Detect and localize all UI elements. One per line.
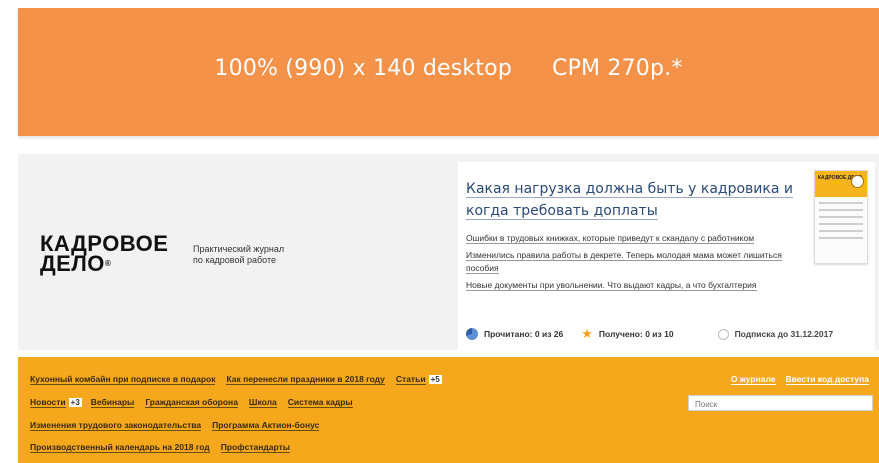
reading-stats: Прочитано: 0 из 26 ★ Получено: 0 из 10 П… (466, 326, 871, 341)
access-code-link[interactable]: Ввести код доступа (785, 374, 869, 385)
nav-row-2: Новости +3 Вебинары Гражданская оборона … (30, 397, 364, 408)
site-tagline: Практический журнал по кадровой работе (193, 244, 285, 265)
site-header: КАДРОВОЕ ДЕЛО® Практический журнал по ка… (18, 154, 879, 350)
nav-link[interactable]: Производственный календарь на 2018 год (30, 442, 210, 453)
articles-badge: +5 (428, 375, 442, 384)
news-badge: +3 (68, 398, 82, 407)
nav-link[interactable]: Вебинары (90, 397, 135, 408)
nav-link[interactable]: Школа (248, 397, 277, 408)
nav-link[interactable]: Кухонный комбайн при подписке в подарок (30, 374, 216, 385)
ad-banner: 100% (990) x 140 desktop CPM 270р.* (18, 8, 879, 136)
main-navigation: Кухонный комбайн при подписке в подарок … (18, 357, 879, 463)
feature-link[interactable]: Новые документы при увольнении. Что выда… (466, 279, 786, 292)
nav-row-1: Кухонный комбайн при подписке в подарок … (30, 374, 451, 385)
registered-mark: ® (104, 259, 112, 268)
stat-received: ★ Получено: 0 из 10 (581, 326, 674, 341)
cover-badge-icon (851, 175, 864, 188)
nav-link[interactable]: Изменения трудового законодательства (30, 420, 202, 431)
featured-issue: Какая нагрузка должна быть у кадровика и… (458, 162, 875, 350)
feature-link[interactable]: Ошибки в трудовых книжках, которые приве… (466, 232, 786, 245)
nav-right-links: О журнале Ввести код доступа (721, 374, 869, 385)
nav-row-4: Производственный календарь на 2018 год П… (30, 442, 301, 453)
feature-title[interactable]: Какая нагрузка должна быть у кадровика и… (466, 178, 796, 222)
search-input[interactable] (688, 395, 873, 411)
nav-link[interactable]: Как перенесли праздники в 2018 году (226, 374, 385, 385)
banner-text: 100% (990) x 140 desktop CPM 270р.* (214, 56, 682, 81)
nav-link[interactable]: Система кадры (287, 397, 353, 408)
nav-link[interactable]: Профстандарты (220, 442, 291, 453)
stat-subscription[interactable]: Подписка до 31.12.2017 (717, 328, 833, 340)
star-icon: ★ (581, 326, 593, 341)
about-link[interactable]: О журнале (730, 374, 776, 385)
nav-news[interactable]: Новости (30, 397, 66, 408)
pie-chart-icon (466, 328, 478, 340)
logo-line2: ДЕЛО (40, 251, 105, 276)
nav-row-3: Изменения трудового законодательства Про… (30, 420, 330, 431)
feature-link[interactable]: Изменились правила работы в декрете. Теп… (466, 249, 786, 275)
feature-links: Ошибки в трудовых книжках, которые приве… (466, 232, 786, 296)
site-logo[interactable]: КАДРОВОЕ ДЕЛО® (40, 233, 168, 276)
nav-link[interactable]: Гражданская оборона (145, 397, 238, 408)
clock-icon (717, 328, 729, 340)
nav-link[interactable]: Программа Актион-бонус (212, 420, 320, 431)
stat-read: Прочитано: 0 из 26 (466, 328, 563, 340)
banner-cpm-label: CPM 270р.* (552, 55, 683, 81)
nav-articles[interactable]: Статьи (395, 374, 426, 385)
banner-size-label: 100% (990) x 140 desktop (214, 55, 513, 81)
magazine-cover[interactable]: КАДРОВОЕ ДЕЛО (814, 170, 868, 264)
